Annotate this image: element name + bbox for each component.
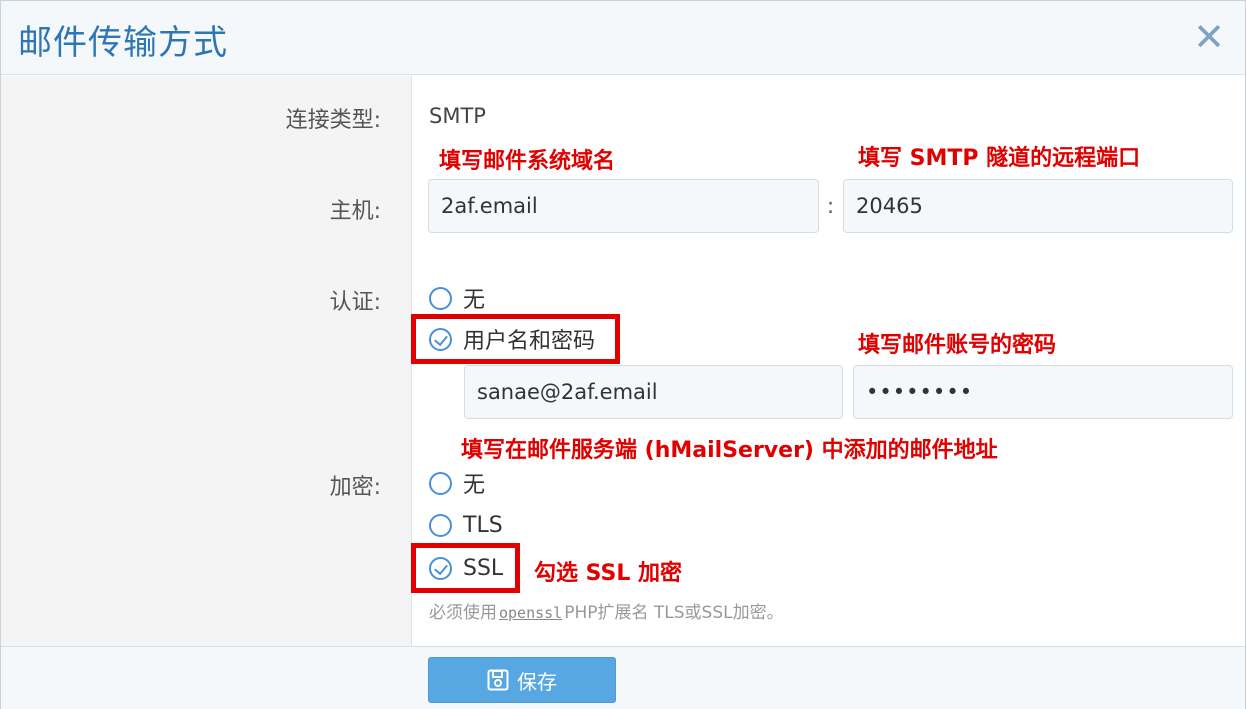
annotation-ssl: 勾选 SSL 加密 (534, 561, 683, 586)
help-prefix: 必须使用 (429, 603, 497, 623)
help-suffix: PHP扩展名 TLS或SSL加密。 (564, 603, 784, 623)
port-separator: : (827, 194, 835, 218)
mail-transport-dialog: 邮件传输方式 ✕ 连接类型: SMTP 填写邮件系统域名 填写 SMTP 隧道的… (0, 0, 1246, 709)
close-icon[interactable]: ✕ (1191, 17, 1227, 57)
save-button[interactable]: 保存 (428, 657, 616, 703)
encryption-help-text: 必须使用 openssl PHP扩展名 TLS或SSL加密。 (429, 598, 784, 623)
encrypt-radio-tls-label: TLS (463, 512, 503, 538)
encrypt-label: 加密: (329, 475, 381, 500)
port-input[interactable]: 20465 (843, 179, 1233, 233)
annotation-password: 填写邮件账号的密码 (858, 333, 1057, 358)
conn-type-value: SMTP (429, 104, 486, 128)
auth-radio-none[interactable]: 无 (429, 283, 485, 313)
encrypt-radio-none[interactable]: 无 (429, 468, 485, 498)
dialog-footer: 保存 (1, 646, 1245, 709)
annotation-port: 填写 SMTP 隧道的远程端口 (858, 146, 1141, 171)
encrypt-radio-tls[interactable]: TLS (429, 510, 503, 540)
auth-label: 认证: (329, 290, 381, 315)
radio-circle-icon (429, 471, 452, 495)
save-button-label: 保存 (517, 669, 557, 694)
conn-type-label: 连接类型: (285, 108, 381, 133)
radio-circle-icon (429, 513, 452, 537)
username-input[interactable]: sanae@2af.email (464, 365, 843, 419)
host-label: 主机: (329, 199, 381, 224)
dialog-title: 邮件传输方式 (18, 23, 228, 63)
encrypt-radio-none-label: 无 (463, 473, 486, 498)
password-input[interactable]: •••••••• (853, 365, 1233, 419)
host-input[interactable]: 2af.email (428, 179, 819, 233)
highlight-box-ssl (411, 543, 520, 593)
floppy-disk-icon (487, 669, 509, 691)
auth-radio-none-label: 无 (463, 288, 486, 313)
highlight-box-auth (411, 314, 620, 364)
label-column (1, 76, 412, 646)
annotation-host: 填写邮件系统域名 (439, 149, 616, 174)
radio-circle-icon (429, 286, 452, 310)
dialog-header: 邮件传输方式 ✕ (1, 1, 1245, 75)
help-code: openssl (499, 604, 563, 622)
annotation-username: 填写在邮件服务端 (hMailServer) 中添加的邮件地址 (461, 438, 998, 463)
